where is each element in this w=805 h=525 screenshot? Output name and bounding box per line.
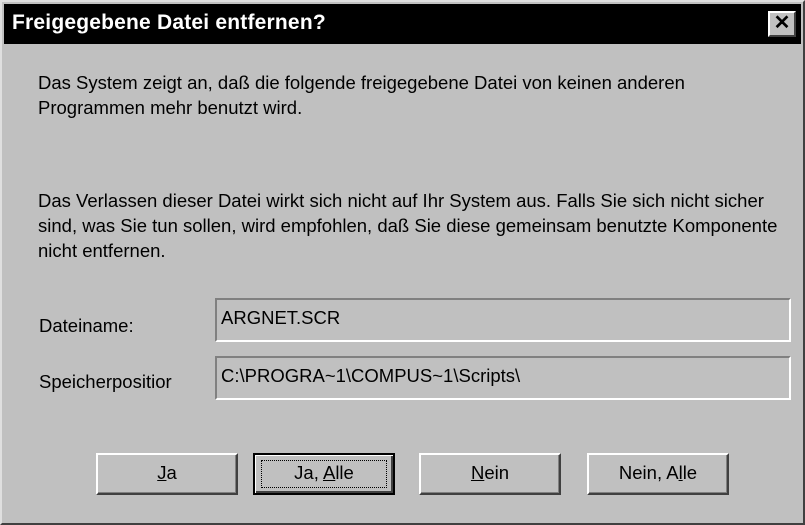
close-button[interactable]: ✕ <box>768 11 796 37</box>
info-message: Das System zeigt an, daß die folgende fr… <box>38 72 685 118</box>
yes-button-label: Ja <box>157 462 177 483</box>
no-button-label: Nein <box>470 462 510 483</box>
yes-to-all-button[interactable]: Ja, Alle <box>253 453 395 495</box>
location-label: Speicherpositior <box>39 371 172 392</box>
remove-shared-file-dialog: Freigegebene Datei entfernen? ✕ Das Syst… <box>0 0 805 525</box>
yes-button[interactable]: Ja <box>96 453 238 495</box>
location-field[interactable]: C:\PROGRA~1\COMPUS~1\Scripts\ <box>215 356 791 400</box>
title-bar[interactable]: Freigegebene Datei entfernen? ✕ <box>4 4 801 44</box>
close-icon: ✕ <box>773 12 791 34</box>
filename-field[interactable]: ARGNET.SCR <box>215 298 791 342</box>
no-to-all-button[interactable]: Nein, Alle <box>587 453 729 495</box>
no-button[interactable]: Nein <box>419 453 561 495</box>
dialog-title: Freigegebene Datei entfernen? <box>12 11 326 34</box>
no-to-all-button-label: Nein, Alle <box>618 462 698 483</box>
filename-label: Dateiname: <box>39 315 134 336</box>
yes-to-all-button-label: Ja, Alle <box>294 462 354 483</box>
advice-message: Das Verlassen dieser Datei wirkt sich ni… <box>38 190 778 261</box>
